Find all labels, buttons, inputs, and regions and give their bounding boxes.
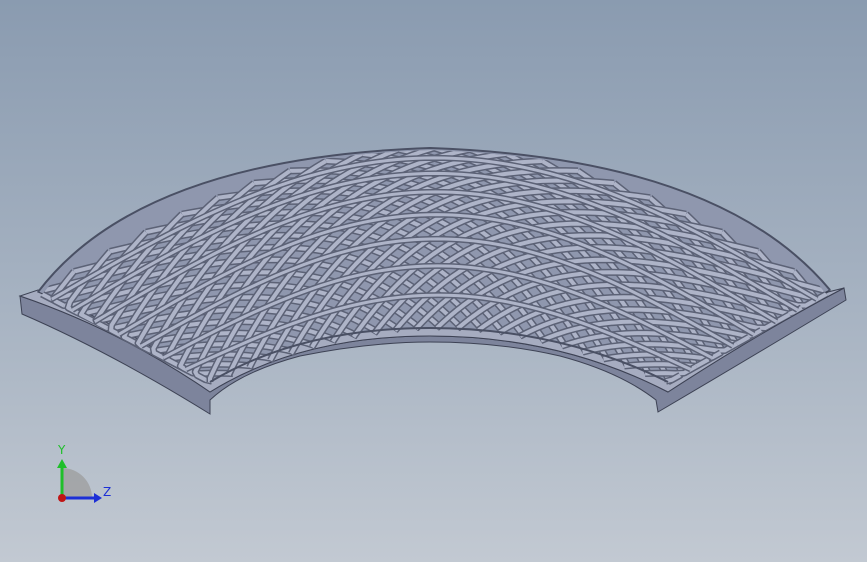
triad-quadrant-shade [62, 468, 92, 498]
diagrid-lattice [38, 150, 828, 386]
dome-lattice-model[interactable] [0, 0, 867, 562]
y-axis-arrowhead [57, 459, 67, 468]
orientation-triad[interactable]: Y Z [40, 438, 120, 518]
y-axis-label: Y [57, 443, 66, 457]
z-axis-arrowhead [94, 493, 102, 503]
x-axis-dot [58, 494, 66, 502]
z-axis-label: Z [103, 485, 111, 499]
graphics-viewport[interactable]: Y Z [0, 0, 867, 562]
